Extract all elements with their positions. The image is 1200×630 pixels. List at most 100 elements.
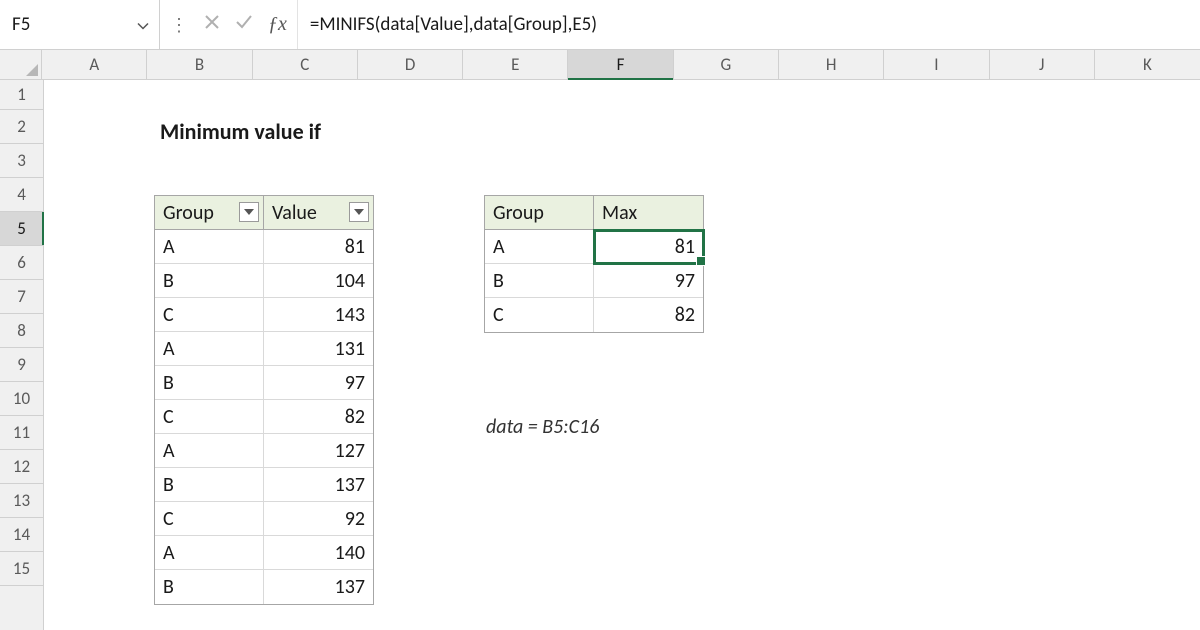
table-row[interactable]: A81: [155, 230, 373, 264]
cell-value[interactable]: 82: [264, 400, 373, 433]
column-header-I[interactable]: I: [884, 50, 989, 79]
row-header-5[interactable]: 5: [0, 212, 43, 246]
row-header-6[interactable]: 6: [0, 246, 43, 280]
row-header-15[interactable]: 15: [0, 552, 43, 586]
cell-group[interactable]: A: [155, 434, 264, 467]
col-header-value[interactable]: Value: [264, 196, 373, 229]
cell-value[interactable]: 143: [264, 298, 373, 331]
table-row[interactable]: B137: [155, 570, 373, 604]
column-header-H[interactable]: H: [779, 50, 884, 79]
col-header-group-label: Group: [493, 201, 544, 225]
grid: 123456789101112131415 Minimum value if G…: [0, 80, 1200, 630]
column-header-K[interactable]: K: [1095, 50, 1200, 79]
cell-group[interactable]: A: [155, 230, 264, 263]
table-row[interactable]: A131: [155, 332, 373, 366]
cell-value[interactable]: 81: [264, 230, 373, 263]
column-header-B[interactable]: B: [147, 50, 252, 79]
sheet-area[interactable]: Minimum value if Group Value A81B104C1: [44, 80, 1200, 630]
table-row[interactable]: C82: [155, 400, 373, 434]
data-table: Group Value A81B104C143A131B97C82A127B13…: [154, 195, 374, 605]
table-row[interactable]: B97: [485, 264, 703, 298]
row-header-10[interactable]: 10: [0, 382, 43, 416]
fx-icon[interactable]: ƒx: [268, 13, 287, 36]
col-header-max[interactable]: Max: [594, 196, 703, 229]
formula-text: =MINIFS(data[Value],data[Group],E5): [310, 13, 597, 36]
cell-group[interactable]: A: [155, 536, 264, 569]
column-header-E[interactable]: E: [463, 50, 568, 79]
cell-group[interactable]: C: [485, 298, 594, 332]
column-header-C[interactable]: C: [253, 50, 358, 79]
cell-group[interactable]: C: [155, 298, 264, 331]
formula-input[interactable]: =MINIFS(data[Value],data[Group],E5): [298, 0, 1200, 49]
cell-max[interactable]: 97: [594, 264, 703, 297]
row-header-1[interactable]: 1: [0, 80, 43, 110]
cell-group[interactable]: B: [155, 366, 264, 399]
data-table-header: Group Value: [155, 196, 373, 230]
row-header-7[interactable]: 7: [0, 280, 43, 314]
select-all-button[interactable]: [0, 50, 42, 79]
column-header-J[interactable]: J: [990, 50, 1095, 79]
table-row[interactable]: B97: [155, 366, 373, 400]
column-header-G[interactable]: G: [674, 50, 779, 79]
summary-table-header: Group Max: [485, 196, 703, 230]
kebab-icon[interactable]: ⋮: [170, 14, 190, 36]
cancel-icon[interactable]: [204, 13, 220, 36]
col-header-group[interactable]: Group: [155, 196, 264, 229]
table-row[interactable]: B104: [155, 264, 373, 298]
filter-icon[interactable]: [349, 202, 369, 222]
cell-group[interactable]: A: [155, 332, 264, 365]
cell-value[interactable]: 127: [264, 434, 373, 467]
row-header-3[interactable]: 3: [0, 144, 43, 178]
cell-group[interactable]: B: [485, 264, 594, 297]
row-header-4[interactable]: 4: [0, 178, 43, 212]
filter-icon[interactable]: [239, 202, 259, 222]
column-header-A[interactable]: A: [42, 50, 147, 79]
column-header-F[interactable]: F: [568, 50, 673, 79]
row-header-12[interactable]: 12: [0, 450, 43, 484]
row-header-11[interactable]: 11: [0, 416, 43, 450]
cell-group[interactable]: B: [155, 570, 264, 604]
row-header-2[interactable]: 2: [0, 110, 43, 144]
row-headers: 123456789101112131415: [0, 80, 44, 630]
cell-group[interactable]: C: [155, 502, 264, 535]
cell-value[interactable]: 104: [264, 264, 373, 297]
formula-bar: F5 ⋮ ƒx =MINIFS(data[Value],data[Group],…: [0, 0, 1200, 50]
table-row[interactable]: B137: [155, 468, 373, 502]
table-row[interactable]: C82: [485, 298, 703, 332]
chevron-down-icon[interactable]: [137, 13, 149, 36]
cell-value[interactable]: 137: [264, 468, 373, 501]
col-header-group-label: Group: [163, 201, 214, 225]
col-header-group[interactable]: Group: [485, 196, 594, 229]
cell-value[interactable]: 97: [264, 366, 373, 399]
cell-group[interactable]: A: [485, 230, 594, 263]
cell-group[interactable]: B: [155, 468, 264, 501]
formula-bar-controls: ⋮ ƒx: [160, 0, 298, 49]
enter-icon[interactable]: [234, 12, 254, 38]
row-header-13[interactable]: 13: [0, 484, 43, 518]
summary-table: Group Max A81B97C82: [484, 195, 704, 333]
table-row[interactable]: A81: [485, 230, 703, 264]
cell-value[interactable]: 131: [264, 332, 373, 365]
range-note: data = B5:C16: [486, 415, 599, 439]
row-header-14[interactable]: 14: [0, 518, 43, 552]
col-header-max-label: Max: [602, 201, 637, 225]
table-row[interactable]: C143: [155, 298, 373, 332]
row-header-8[interactable]: 8: [0, 314, 43, 348]
sheet-title: Minimum value if: [160, 118, 321, 145]
row-header-9[interactable]: 9: [0, 348, 43, 382]
cell-value[interactable]: 92: [264, 502, 373, 535]
name-box[interactable]: F5: [0, 0, 160, 49]
cell-group[interactable]: B: [155, 264, 264, 297]
cell-max[interactable]: 81: [594, 230, 703, 263]
cell-value[interactable]: 140: [264, 536, 373, 569]
cell-max[interactable]: 82: [594, 298, 703, 332]
cell-value[interactable]: 137: [264, 570, 373, 604]
column-header-D[interactable]: D: [358, 50, 463, 79]
column-headers: ABCDEFGHIJK: [0, 50, 1200, 80]
table-row[interactable]: A127: [155, 434, 373, 468]
name-box-value: F5: [12, 13, 30, 36]
cell-group[interactable]: C: [155, 400, 264, 433]
col-header-value-label: Value: [272, 201, 317, 225]
table-row[interactable]: A140: [155, 536, 373, 570]
table-row[interactable]: C92: [155, 502, 373, 536]
